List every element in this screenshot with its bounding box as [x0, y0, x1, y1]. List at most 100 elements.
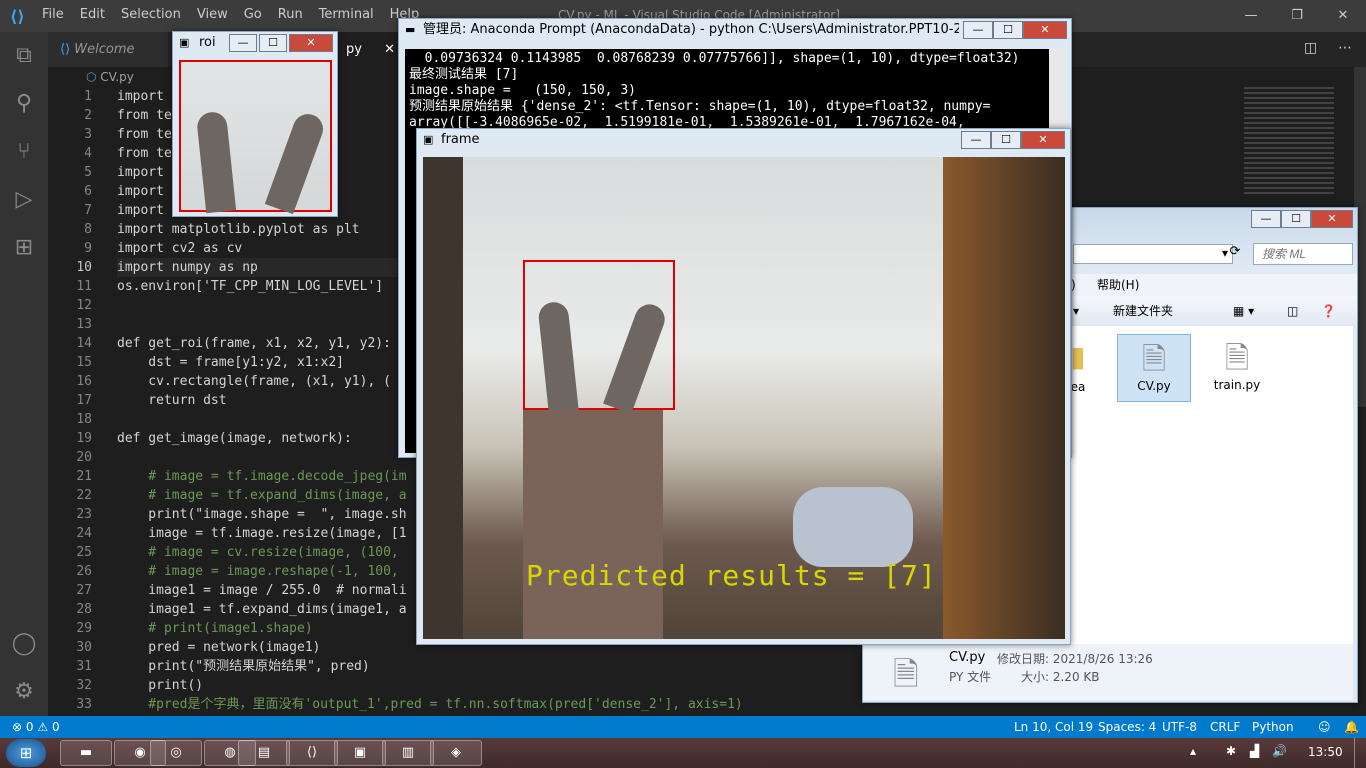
menu-run[interactable]: Run: [278, 7, 311, 22]
tab-welcome[interactable]: ⟨⟩ Welcome: [48, 32, 168, 67]
extensions-icon[interactable]: ⊞: [0, 224, 48, 272]
details-modified: 修改日期: 2021/8/26 13:26: [997, 652, 1153, 666]
python-file-icon: 🗎: [893, 655, 919, 693]
menu-view[interactable]: View: [197, 7, 236, 22]
eol-setting[interactable]: CRLF: [1210, 716, 1240, 738]
roi-minimize-icon[interactable]: —: [229, 34, 257, 52]
minimize-icon[interactable]: —: [1228, 0, 1274, 32]
menu-go[interactable]: Go: [244, 7, 270, 22]
run-debug-icon[interactable]: ▷: [0, 176, 48, 224]
start-button-icon[interactable]: ⊞: [6, 739, 46, 767]
file-item-selected[interactable]: 🗎 CV.py: [1117, 334, 1191, 402]
tab-close-icon[interactable]: ✕: [384, 42, 395, 57]
error-icon: ⊗: [12, 720, 23, 734]
preview-pane-icon[interactable]: ◫: [1287, 296, 1298, 326]
help-icon[interactable]: ❓: [1321, 296, 1336, 326]
more-actions-icon[interactable]: ⋯: [1338, 40, 1352, 56]
prediction-overlay-text: Predicted results = [7]: [526, 559, 937, 592]
anaconda-minimize-icon[interactable]: —: [963, 21, 993, 39]
taskbar-chrome-icon[interactable]: ◎: [150, 740, 202, 766]
explorer-minimize-icon[interactable]: —: [1251, 210, 1281, 228]
python-file-icon: 🗎: [1224, 341, 1250, 376]
roi-close-icon[interactable]: ✕: [289, 34, 333, 52]
console-line: 预测结果原始结果 {'dense_2': <tf.Tensor: shape=(…: [409, 99, 991, 114]
vscode-tab-icon: ⟨⟩: [60, 42, 71, 57]
taskbar-image-icon[interactable]: ▥: [382, 740, 434, 766]
menu-selection[interactable]: Selection: [121, 7, 189, 22]
network-icon[interactable]: ▟: [1250, 744, 1259, 758]
line-number: 32: [76, 678, 92, 693]
close-icon[interactable]: ✕: [1320, 0, 1366, 32]
roi-maximize-icon[interactable]: ☐: [259, 34, 287, 52]
taskbar-explorer-icon[interactable]: ▤: [238, 740, 290, 766]
menu-help-cn[interactable]: 帮助(H): [1097, 274, 1139, 296]
line-number: 17: [76, 393, 92, 408]
settings-gear-icon[interactable]: ⚙: [0, 668, 48, 716]
finger-shape: [264, 109, 328, 215]
line-number: 21: [76, 469, 92, 484]
refresh-icon[interactable]: ⟳: [1223, 244, 1247, 264]
tray-app-icon[interactable]: ✱: [1226, 744, 1236, 758]
tray-expand-icon[interactable]: ▴: [1190, 744, 1196, 758]
line-number: 28: [76, 602, 92, 617]
search-icon[interactable]: ⚲: [0, 80, 48, 128]
cursor-position[interactable]: Ln 10, Col 19: [1014, 716, 1093, 738]
problems-indicator[interactable]: ⊗ 0 ⚠ 0: [12, 716, 60, 738]
breadcrumb-file[interactable]: CV.py: [100, 70, 134, 84]
roi-image: [179, 60, 332, 215]
menu-edit[interactable]: Edit: [80, 7, 113, 22]
line-number: 31: [76, 659, 92, 674]
line-number: 1: [84, 89, 92, 104]
split-editor-icon[interactable]: ◫: [1304, 40, 1317, 56]
frame-window: frame ▣ — ☐ ✕ Predicted results = [7]: [416, 128, 1071, 645]
explorer-maximize-icon[interactable]: ☐: [1281, 210, 1311, 228]
line-number: 22: [76, 488, 92, 503]
line-number: 30: [76, 640, 92, 655]
file-item[interactable]: 🗎 train.py: [1203, 336, 1271, 392]
tab-welcome-label: Welcome: [74, 42, 135, 57]
details-size: 大小: 2.20 KB: [1021, 670, 1100, 684]
line-number: 6: [84, 184, 92, 199]
new-folder-button[interactable]: 新建文件夹: [1113, 296, 1173, 326]
source-control-icon[interactable]: ⑂: [0, 128, 48, 176]
line-number-gutter: 1 2 3 4 5 6 7 8 9 10 11 12 13 14 15 16 17 18 19 20 21 22 23 24 2…: [48, 87, 104, 714]
taskbar-vscode-icon[interactable]: ⟨⟩: [286, 740, 338, 766]
toolbar-dropdown-icon[interactable]: ▾: [1073, 296, 1079, 326]
tab-cv-label: py: [346, 42, 362, 57]
taskbar-app-icon[interactable]: ◈: [430, 740, 482, 766]
taskbar-terminal-icon[interactable]: ▣: [334, 740, 386, 766]
anaconda-close-icon[interactable]: ✕: [1023, 21, 1067, 39]
explorer-icon[interactable]: ⧉: [0, 32, 48, 80]
notifications-icon[interactable]: 🔔: [1344, 716, 1359, 738]
restore-icon[interactable]: ❐: [1274, 0, 1320, 32]
line-number: 23: [76, 507, 92, 522]
line-number: 33: [76, 697, 92, 712]
language-mode[interactable]: Python: [1252, 716, 1294, 738]
account-icon[interactable]: ◯: [0, 620, 48, 668]
console-line: image.shape = (150, 150, 3): [409, 83, 636, 98]
anaconda-maximize-icon[interactable]: ☐: [993, 21, 1023, 39]
volume-icon[interactable]: 🔊: [1272, 744, 1287, 758]
frame-minimize-icon[interactable]: —: [961, 131, 991, 149]
search-input[interactable]: [1253, 243, 1353, 265]
view-options-icon[interactable]: ▦ ▾: [1233, 296, 1254, 326]
frame-maximize-icon[interactable]: ☐: [991, 131, 1021, 149]
encoding-setting[interactable]: UTF-8: [1162, 716, 1197, 738]
indentation-setting[interactable]: Spaces: 4: [1098, 716, 1156, 738]
vscode-logo-icon: ⟨⟩: [10, 7, 25, 26]
show-desktop-button[interactable]: [1354, 738, 1366, 768]
clock[interactable]: 13:50: [1308, 745, 1343, 759]
status-bar: ⊗ 0 ⚠ 0 Ln 10, Col 19 Spaces: 4 UTF-8 CR…: [0, 716, 1366, 738]
menu-terminal[interactable]: Terminal: [319, 7, 382, 22]
menu-file[interactable]: File: [42, 7, 72, 22]
hand-shape: [523, 410, 663, 639]
address-bar[interactable]: ▾: [1073, 244, 1233, 264]
frame-close-icon[interactable]: ✕: [1021, 131, 1065, 149]
finger-shape: [603, 300, 669, 414]
line-number: 13: [76, 317, 92, 332]
taskbar-cmd-icon[interactable]: ▬: [60, 740, 112, 766]
error-count: 0: [25, 720, 34, 734]
explorer-close-icon[interactable]: ✕: [1311, 210, 1353, 228]
python-file-icon: 🗎: [1141, 342, 1167, 377]
feedback-icon[interactable]: ☺: [1318, 716, 1331, 738]
